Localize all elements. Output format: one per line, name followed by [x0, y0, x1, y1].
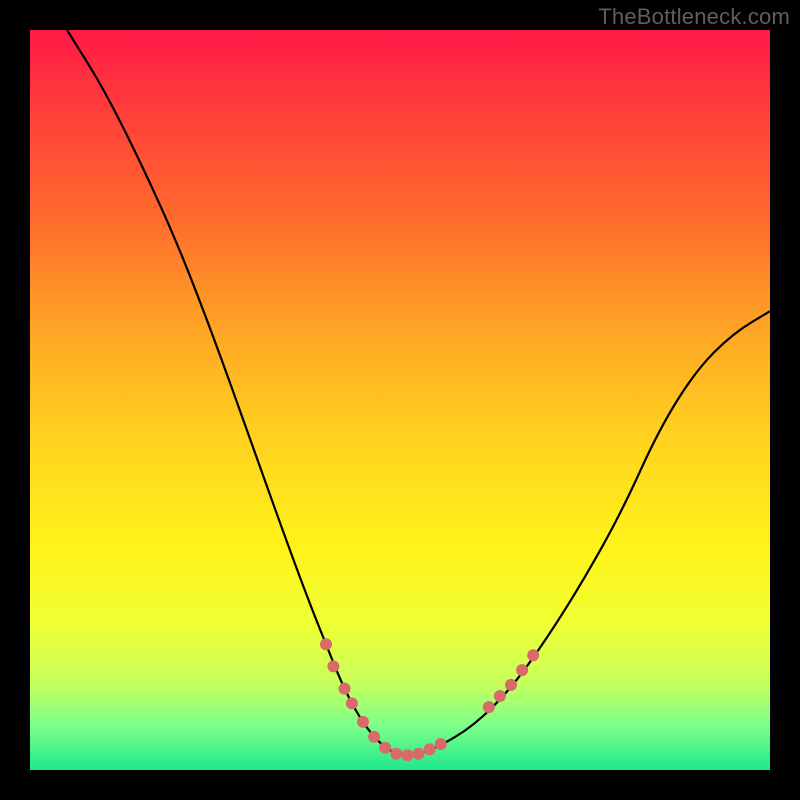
marker-dot: [413, 748, 425, 760]
chart-frame: TheBottleneck.com: [0, 0, 800, 800]
marker-dot: [527, 649, 539, 661]
marker-dot: [505, 679, 517, 691]
marker-dot: [379, 742, 391, 754]
marker-dot: [424, 743, 436, 755]
markers-group: [320, 638, 539, 761]
marker-dot: [320, 638, 332, 650]
marker-dot: [516, 664, 528, 676]
marker-dot: [346, 697, 358, 709]
marker-dot: [494, 690, 506, 702]
marker-dot: [339, 683, 351, 695]
marker-dot: [401, 749, 413, 761]
marker-dot: [357, 716, 369, 728]
chart-overlay: [30, 30, 770, 770]
marker-dot: [435, 738, 447, 750]
attribution-label: TheBottleneck.com: [598, 4, 790, 30]
bottleneck-curve: [67, 30, 770, 755]
marker-dot: [368, 731, 380, 743]
marker-dot: [483, 701, 495, 713]
marker-dot: [390, 748, 402, 760]
plot-area: [30, 30, 770, 770]
marker-dot: [327, 660, 339, 672]
